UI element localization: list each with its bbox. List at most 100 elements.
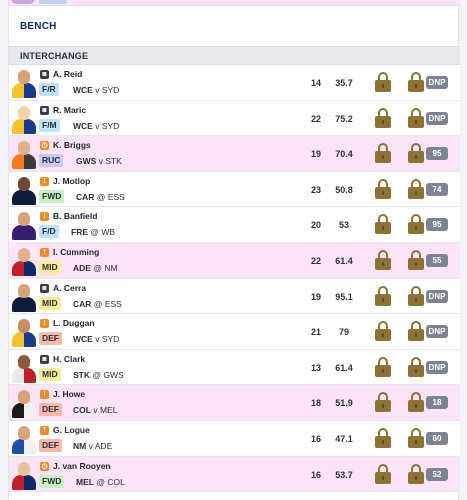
player-avatar [11, 210, 37, 241]
player-row[interactable]: ! G. Logue DEF NM v ADE 16 47.1 60 [9, 420, 460, 457]
lock-icon[interactable] [375, 285, 391, 306]
lock-icon[interactable] [375, 392, 391, 413]
lock-icon[interactable] [375, 72, 391, 92]
score-badge: DNP [426, 289, 448, 303]
games-played: 13 [310, 362, 321, 373]
head [18, 354, 30, 369]
lock-icon[interactable] [408, 392, 424, 413]
player-name[interactable]: R. Maric [53, 105, 86, 115]
games-played: 22 [310, 255, 321, 266]
player-avatar [11, 388, 37, 419]
lock-icon[interactable] [408, 427, 424, 448]
player-name[interactable]: J. Howe [53, 389, 85, 399]
position-badge: DEF [39, 403, 62, 417]
player-row[interactable]: ! L. Duggan DEF WCE v SYD 21 79 DNP [9, 314, 460, 350]
player-row[interactable]: ◙ R. Maric F/M WCE v SYD 22 75.2 DNP [9, 100, 460, 137]
lock-icon[interactable] [408, 321, 424, 342]
opponent: STK [105, 156, 122, 167]
score-badge: 95 [426, 147, 448, 161]
lock-icon[interactable] [408, 178, 424, 199]
clock-icon: ◷ [40, 461, 49, 471]
lock-icon[interactable] [375, 321, 391, 342]
average-score: 53.7 [335, 469, 353, 480]
position-badge: MID [39, 367, 61, 381]
player-row[interactable]: ◙ A. Reid F/R WCE v SYD 14 35.7 DNP [9, 65, 460, 101]
lock-icon[interactable] [408, 249, 424, 270]
average-score: 79 [338, 327, 349, 338]
player-name[interactable]: L. Duggan [53, 318, 95, 328]
score-badge: 18 [426, 396, 448, 410]
fixture: WCE v SYD [73, 334, 119, 344]
head [18, 283, 30, 298]
player-name[interactable]: J. van Rooyen [53, 461, 111, 471]
head [18, 70, 30, 84]
lock-icon[interactable] [375, 178, 391, 199]
player-row[interactable]: ◙ A. Cerra MID CAR @ ESS 19 95.1 DNP [9, 278, 460, 315]
jersey [12, 83, 36, 98]
opponent: MEL [99, 405, 118, 416]
team: CAR [73, 298, 92, 309]
team: CAR [76, 191, 95, 202]
player-row[interactable]: ! I. Cumming MID ADE @ NM 22 61.4 55 [9, 242, 460, 279]
lock-icon[interactable] [375, 463, 391, 484]
fixture-separator: @ [92, 369, 102, 380]
player-avatar [11, 68, 37, 98]
head [18, 390, 30, 405]
fixture-separator: v [95, 120, 100, 131]
position-badge: DEF [39, 332, 62, 346]
player-row[interactable]: ! J. Howe DEF COL v MEL 18 51.9 18 [9, 385, 460, 421]
player-name[interactable]: K. Briggs [53, 140, 91, 150]
player-row[interactable]: ◙ H. Clark MID STK @ GWS 13 61.4 DNP [9, 349, 460, 386]
games-played: 23 [310, 184, 321, 195]
fixture: COL v MEL [73, 405, 117, 415]
lock-icon[interactable] [375, 427, 391, 448]
fixture: MEL @ COL [76, 477, 125, 487]
player-avatar [11, 246, 37, 276]
player-name[interactable]: A. Reid [53, 69, 82, 79]
lock-icon[interactable] [408, 143, 424, 164]
lock-icon[interactable] [375, 214, 391, 235]
jersey [12, 154, 36, 170]
player-name[interactable]: G. Logue [53, 425, 90, 435]
lock-icon[interactable] [375, 249, 391, 270]
lock-icon[interactable] [408, 285, 424, 306]
jersey [12, 189, 36, 205]
games-played: 16 [310, 433, 321, 444]
opponent: SYD [101, 334, 120, 345]
bench-header[interactable]: BENCH [9, 6, 460, 46]
player-row[interactable]: ◷ J. van Rooyen FWD MEL @ COL 16 53.7 52 [9, 456, 460, 493]
fixture-separator: @ [96, 191, 106, 202]
camera-icon: ◙ [40, 70, 49, 79]
player-row[interactable]: ! B. Banfield F/D FRE @ WB 20 53 95 [9, 207, 460, 243]
lock-icon[interactable] [375, 143, 391, 164]
lock-icon[interactable] [408, 107, 424, 128]
score-badge: 55 [426, 253, 448, 267]
position-badge: MID [39, 296, 61, 310]
fixture: WCE v SYD [73, 85, 119, 95]
fixture: WCE v SYD [73, 121, 119, 131]
lock-icon[interactable] [408, 463, 424, 484]
player-name[interactable]: B. Banfield [53, 211, 97, 221]
player-row[interactable]: ◷ K. Briggs RUC GWS v STK 19 70.4 95 [9, 136, 460, 172]
player-name[interactable]: J. Motlop [53, 176, 90, 186]
player-name[interactable]: A. Cerra [53, 283, 86, 293]
player-avatar [11, 104, 37, 134]
lock-icon[interactable] [408, 214, 424, 235]
team: STK [73, 369, 90, 380]
player-name[interactable]: H. Clark [53, 354, 85, 364]
position-badge: F/M [39, 118, 60, 132]
fixture-separator: v [93, 405, 98, 416]
lock-icon[interactable] [375, 107, 391, 128]
player-name[interactable]: I. Cumming [53, 247, 99, 257]
position-badge: RUC [39, 154, 64, 168]
average-score: 47.1 [335, 433, 353, 444]
player-row[interactable]: ! J. Motlop FWD CAR @ ESS 23 50.8 74 [9, 171, 460, 208]
position-badge: FWD [39, 474, 65, 488]
jersey [12, 225, 36, 241]
lock-icon[interactable] [375, 356, 391, 377]
lock-icon[interactable] [408, 72, 424, 92]
head [18, 141, 30, 156]
lock-icon[interactable] [408, 356, 424, 377]
position-tag [39, 0, 67, 4]
fixture: CAR @ ESS [73, 299, 122, 309]
